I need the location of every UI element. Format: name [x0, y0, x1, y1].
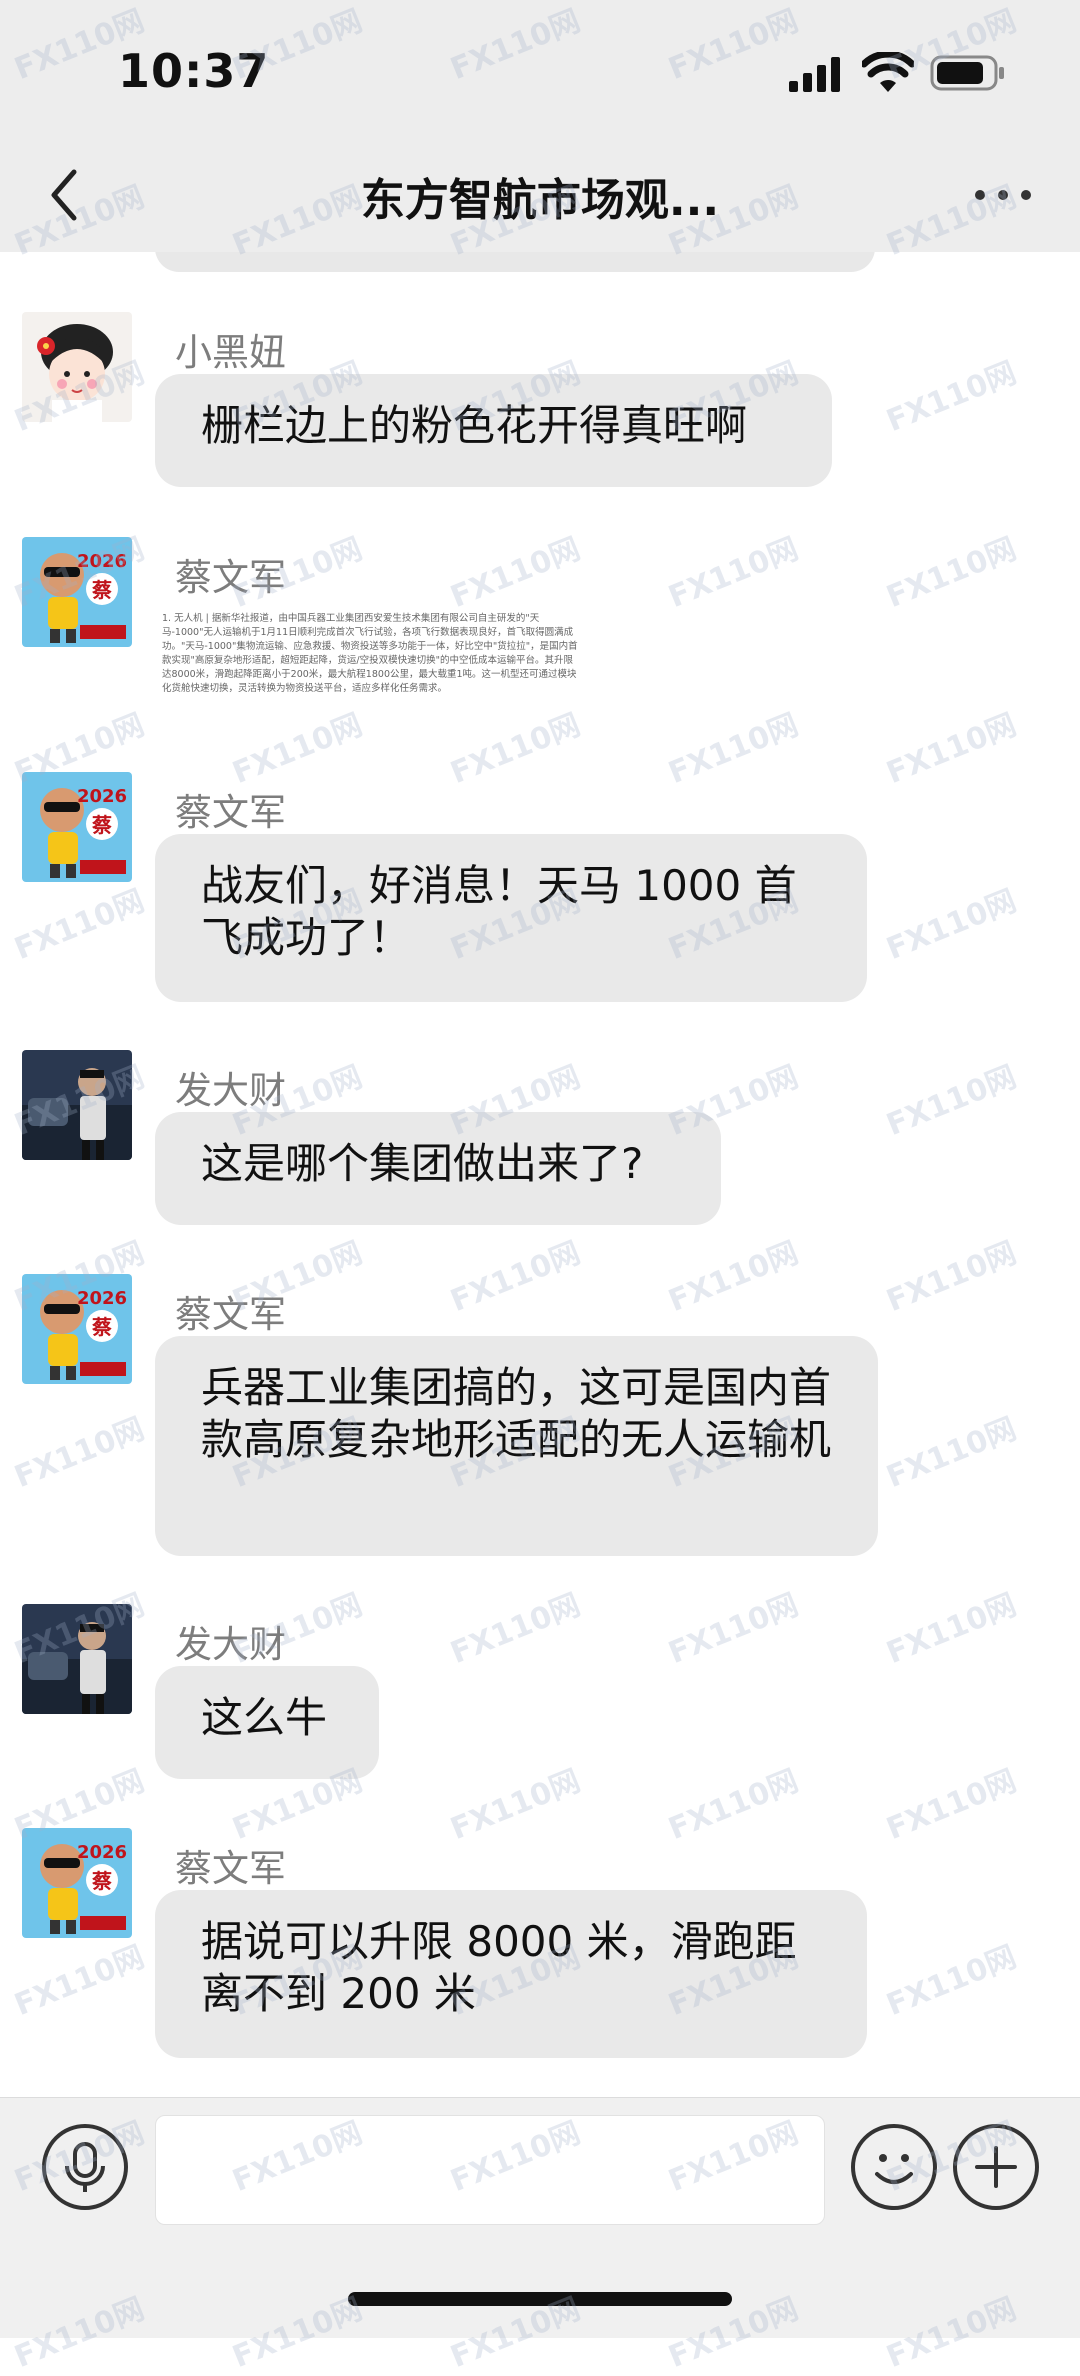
wifi-icon — [862, 52, 914, 92]
avatar-caiwenjun[interactable]: 2026 蔡 — [22, 1274, 132, 1384]
avatar-caiwenjun[interactable]: 2026 蔡 — [22, 1828, 132, 1938]
avatar-fadacai[interactable] — [22, 1604, 132, 1714]
battery-icon — [930, 55, 1004, 91]
status-time: 10:37 — [118, 44, 270, 98]
avatar-caiwenjun[interactable]: 2026 蔡 — [22, 537, 132, 647]
avatar-year-text: 2026 — [77, 1842, 127, 1863]
microphone-icon — [65, 2142, 105, 2192]
image-text: 1. 无人机 | 据新华社报道，由中国兵器工业集团西安爱生技术集团有限公司自主研… — [162, 613, 578, 694]
avatar-char-text: 蔡 — [91, 813, 112, 837]
back-arrow-icon[interactable] — [40, 160, 90, 230]
avatar-char-text: 蔡 — [91, 1315, 112, 1339]
message-list[interactable]: 小黑妞 栅栏边上的粉色花开得真旺啊 2026 蔡 蔡文军 1. 无人机 | 据新… — [0, 252, 1080, 2097]
chat-title: 东方智航市场观... — [360, 175, 720, 226]
avatar-char-text: 蔡 — [91, 1869, 112, 1893]
message-bubble[interactable]: 兵器工业集团搞的，这可是国内首款高原复杂地形适配的无人运输机 — [155, 1336, 878, 1556]
smiley-icon — [875, 2154, 913, 2184]
sender-name: 蔡文军 — [175, 556, 286, 599]
voice-input-button[interactable] — [42, 2124, 128, 2210]
cellular-signal-icon — [789, 57, 840, 92]
message-bubble[interactable]: 这是哪个集团做出来了? — [155, 1112, 721, 1225]
message-input[interactable] — [155, 2115, 825, 2225]
chat-header: 东方智航市场观... — [0, 140, 1080, 252]
message-bubble[interactable]: 这么牛 — [155, 1666, 379, 1779]
emoji-button[interactable] — [851, 2124, 937, 2210]
previous-message-bubble — [155, 252, 875, 272]
image-message[interactable]: 1. 无人机 | 据新华社报道，由中国兵器工业集团西安爱生技术集团有限公司自主研… — [162, 612, 582, 732]
avatar-year-text: 2026 — [77, 551, 127, 572]
sender-name: 发大财 — [175, 1623, 286, 1666]
avatar-caiwenjun[interactable]: 2026 蔡 — [22, 772, 132, 882]
message-bubble[interactable]: 栅栏边上的粉色花开得真旺啊 — [155, 374, 832, 487]
sender-name: 蔡文军 — [175, 1847, 286, 1890]
avatar-char-text: 蔡 — [91, 578, 112, 602]
message-bubble[interactable]: 据说可以升限 8000 米，滑跑距离不到 200 米 — [155, 1890, 867, 2058]
avatar-year-text: 2026 — [77, 1288, 127, 1309]
sender-name: 发大财 — [175, 1069, 286, 1112]
more-options-icon[interactable] — [968, 170, 1038, 220]
avatar-year-text: 2026 — [77, 786, 127, 807]
sender-name: 小黑妞 — [175, 331, 286, 374]
sender-name: 蔡文军 — [175, 791, 286, 834]
more-actions-button[interactable] — [953, 2124, 1039, 2210]
avatar-xiaoheiniu[interactable] — [22, 312, 132, 422]
plus-icon — [975, 2146, 1017, 2188]
message-bubble[interactable]: 战友们，好消息！天马 1000 首飞成功了！ — [155, 834, 867, 1002]
status-bar: 10:37 — [0, 0, 1080, 140]
sender-name: 蔡文军 — [175, 1293, 286, 1336]
home-indicator[interactable] — [348, 2292, 732, 2306]
avatar-fadacai[interactable] — [22, 1050, 132, 1160]
